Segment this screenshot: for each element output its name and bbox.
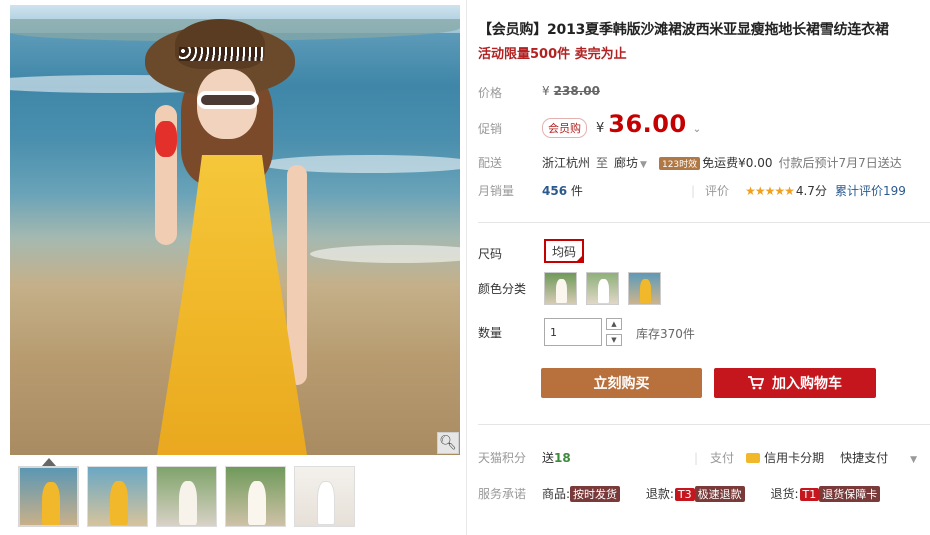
monthly-sales-label: 月销量 [478, 184, 515, 198]
quantity-decrease-button[interactable]: ▼ [606, 334, 622, 346]
sales-count: 456 [542, 184, 568, 198]
photo-wave [310, 245, 460, 263]
service-tag: 极速退款 [694, 486, 745, 502]
section-divider [478, 222, 930, 223]
monthly-sales: 456 件 [542, 182, 583, 199]
rating: | 评价 ★★★★★ 4.7分 累计评价199 [691, 182, 906, 199]
rating-label: 评价 [705, 184, 730, 198]
service-label: 服务承诺 [478, 487, 527, 501]
credit-card-icon [746, 453, 761, 463]
points-info: 送18 [542, 449, 571, 466]
stock-count: 库存370件 [636, 327, 695, 341]
quick-pay-link[interactable]: 快捷支付 [840, 451, 888, 465]
thumbnail-strip [18, 466, 355, 527]
promo-price: ¥36.00 ⌄ [596, 110, 701, 138]
vip-badge: 会员购 [542, 118, 587, 138]
ship-from: 浙江杭州 [542, 156, 591, 170]
points-label: 天猫积分 [478, 451, 527, 465]
section-divider [478, 424, 930, 425]
service-tag-letter: T1 [799, 488, 820, 501]
add-to-cart-button[interactable]: 加入购物车 [714, 368, 876, 398]
timing-tag: 123时效 [658, 157, 701, 170]
thumbnail[interactable] [294, 466, 355, 527]
size-option-label: 均码 [551, 244, 576, 259]
chevron-down-icon[interactable]: ⌄ [693, 124, 701, 135]
product-title: 【会员购】2013夏季韩版沙滩裙波西米亚显瘦拖地长裙雪纺连衣裙 [478, 22, 889, 38]
shipping-info: 浙江杭州至廊坊 ▼ 123时效 免运费¥0.00 付款后预计7月7日送达 [542, 154, 902, 171]
service-tag: 按时发货 [570, 486, 621, 502]
service-prefix: 退货: [770, 487, 799, 501]
size-label: 尺码 [478, 247, 503, 261]
star-rating-icon: ★★★★★ [745, 184, 795, 198]
photo-model [145, 19, 325, 455]
service-promises: 商品: 按时发货 退款: T3 极速退款 退货: T1 退货保障卡 [542, 485, 902, 502]
color-options [544, 272, 661, 305]
currency-symbol: ¥ [596, 121, 605, 136]
shipping-label: 配送 [478, 156, 503, 170]
thumb-pointer [42, 458, 56, 466]
ship-destination[interactable]: 廊坊 [614, 156, 638, 170]
chevron-down-icon[interactable]: ▼ [640, 160, 647, 170]
divider: | [691, 184, 696, 198]
color-label: 颜色分类 [478, 282, 527, 296]
main-product-image[interactable] [10, 5, 460, 455]
quantity-increase-button[interactable]: ▲ [606, 318, 622, 330]
sales-unit: 件 [570, 184, 583, 198]
color-option-white-1[interactable] [544, 272, 577, 305]
currency-symbol: ¥ [542, 84, 550, 98]
service-tag-letter: T3 [674, 488, 695, 501]
service-tag: 退货保障卡 [819, 486, 881, 502]
column-divider [466, 0, 467, 535]
product-subtitle: 活动限量500件 卖完为止 [478, 47, 627, 62]
thumbnail[interactable] [156, 466, 217, 527]
ship-to-word: 至 [596, 156, 609, 170]
service-item-refund[interactable]: 退款: T3 极速退款 [645, 486, 749, 502]
shipping-fee: 免运费¥0.00 [702, 156, 773, 170]
installment-link[interactable]: 信用卡分期 [764, 451, 824, 465]
cart-icon [748, 376, 764, 390]
points-text: 送 [542, 451, 555, 465]
thumbnail[interactable] [87, 466, 148, 527]
service-prefix: 商品: [542, 487, 571, 501]
color-option-white-2[interactable] [586, 272, 619, 305]
quantity-label: 数量 [478, 326, 503, 340]
check-icon: ✓ [576, 254, 582, 262]
points-value: 18 [554, 451, 571, 465]
promo-label: 促销 [478, 122, 503, 136]
review-count-link[interactable]: 累计评价199 [835, 184, 906, 198]
original-price: ¥238.00 [542, 84, 600, 98]
add-to-cart-label: 加入购物车 [772, 376, 842, 392]
service-item-return[interactable]: 退货: T1 退货保障卡 [770, 486, 881, 502]
original-price-value: 238.00 [553, 84, 600, 98]
service-prefix: 退款: [645, 487, 674, 501]
quantity-input[interactable] [544, 318, 602, 346]
price-label: 价格 [478, 86, 503, 100]
divider: | [694, 451, 699, 465]
thumbnail[interactable] [225, 466, 286, 527]
pay-label: 支付 [710, 451, 735, 465]
chevron-down-icon[interactable]: ▼ [910, 455, 917, 465]
thumbnail[interactable] [18, 466, 79, 527]
color-option-yellow[interactable] [628, 272, 661, 305]
magnifier-icon[interactable]: 🔍︎ [437, 432, 459, 454]
delivery-eta: 付款后预计7月7日送达 [778, 156, 902, 170]
promo-price-value: 36.00 [608, 110, 687, 138]
service-item-delivery[interactable]: 商品: 按时发货 [542, 486, 624, 502]
buy-now-button[interactable]: 立刻购买 [541, 368, 702, 398]
rating-score: 4.7分 [795, 184, 827, 198]
payment-info: | 支付 信用卡分期 快捷支付 ▼ [694, 449, 917, 466]
size-option-selected[interactable]: 均码 ✓ [544, 239, 584, 263]
